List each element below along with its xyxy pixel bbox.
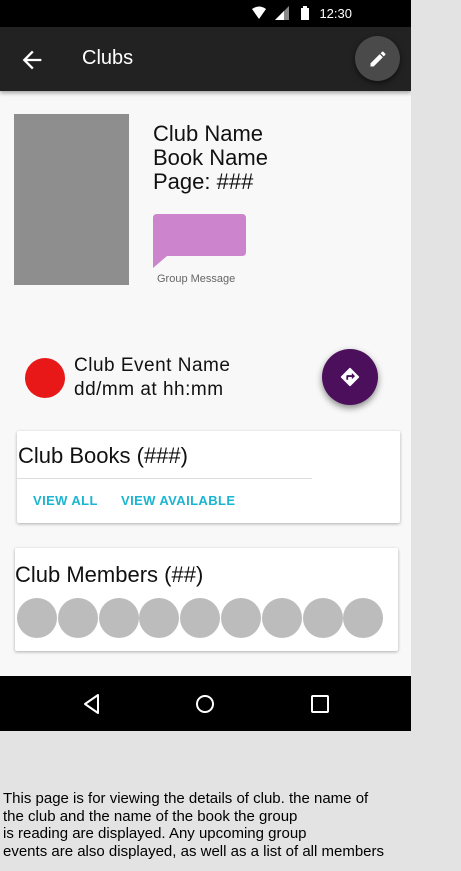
caption-line: is reading are displayed. Any upcoming g… (3, 825, 307, 842)
app-bar: Clubs (0, 27, 411, 91)
member-avatar[interactable] (139, 598, 180, 638)
arrow-back-icon[interactable] (18, 46, 46, 74)
divider (17, 478, 312, 479)
view-all-button[interactable]: VIEW ALL (33, 493, 98, 508)
event-name: Club Event Name (74, 355, 231, 376)
member-avatar[interactable] (302, 598, 343, 638)
club-members-title: Club Members (##) (15, 562, 204, 587)
back-triangle-icon[interactable] (80, 692, 104, 716)
group-message-button[interactable] (153, 214, 246, 268)
member-avatar[interactable] (180, 598, 221, 638)
book-cover-image (14, 114, 129, 285)
member-avatar[interactable] (261, 598, 302, 638)
system-nav-bar (0, 676, 411, 731)
club-books-card: Club Books (###) VIEW ALL VIEW AVAILABLE (17, 431, 400, 523)
signal-icon (275, 6, 289, 20)
recents-square-icon[interactable] (308, 692, 332, 716)
club-info: Club Name Book Name Page: ### (153, 122, 268, 194)
member-avatar[interactable] (343, 598, 384, 638)
page-number: Page: ### (153, 169, 254, 194)
event-info[interactable]: Club Event Name dd/mm at hh:mm (74, 354, 230, 402)
club-books-title: Club Books (###) (18, 443, 188, 468)
phone-screen: 12:30 Clubs Club Name Book Name Page: ##… (0, 0, 411, 731)
member-avatar[interactable] (98, 598, 139, 638)
status-time: 12:30 (319, 6, 352, 21)
wifi-icon (252, 6, 266, 19)
club-name: Club Name (153, 121, 264, 146)
pencil-edit-icon (370, 50, 385, 66)
book-name: Book Name (153, 145, 268, 170)
home-circle-icon[interactable] (193, 692, 217, 716)
battery-icon (301, 6, 309, 20)
club-members-card: Club Members (##) (15, 548, 398, 651)
member-avatar[interactable] (57, 598, 98, 638)
edit-button[interactable] (355, 36, 400, 81)
group-message-label: Group Message (157, 273, 236, 285)
page-title: Clubs (82, 47, 134, 69)
member-avatar-list (17, 598, 384, 638)
view-available-button[interactable]: VIEW AVAILABLE (121, 493, 235, 508)
caption-line: events are also displayed, as well as a … (3, 842, 385, 860)
status-bar: 12:30 (0, 0, 411, 27)
event-indicator-dot (25, 358, 65, 398)
member-avatar[interactable] (17, 598, 57, 638)
description-caption: This page is for viewing the details of … (3, 790, 461, 860)
event-datetime: dd/mm at hh:mm (74, 379, 224, 400)
caption-line: This page is for viewing the details of … (3, 790, 369, 807)
member-avatar[interactable] (220, 598, 261, 638)
caption-line: the club and the name of the book the gr… (3, 807, 298, 825)
directions-icon (340, 367, 360, 387)
directions-button[interactable] (322, 349, 378, 405)
